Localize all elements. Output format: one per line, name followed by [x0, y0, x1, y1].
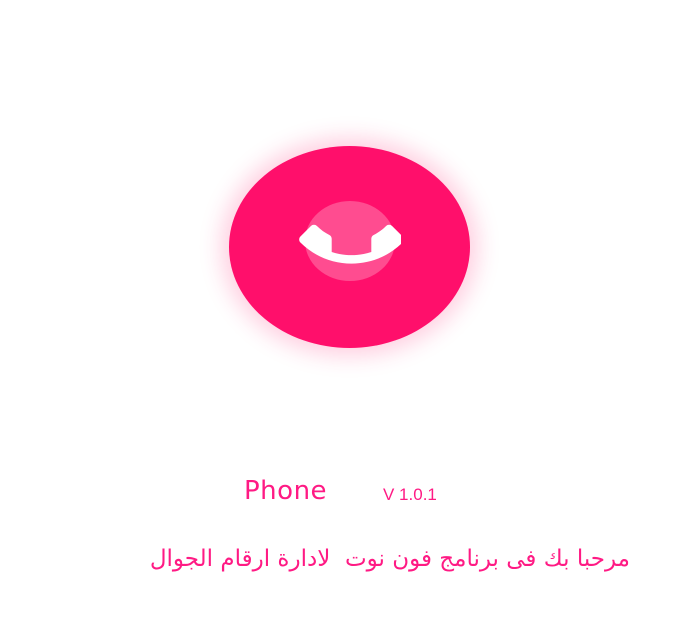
app-version: V 1.0.1: [383, 485, 437, 504]
phone-handset-icon: [299, 224, 401, 264]
welcome-message: مرحبا بك فى برنامج فون نوت لادارة ارقام …: [149, 546, 630, 572]
app-logo: [229, 146, 470, 348]
app-name: Phone: [244, 476, 328, 506]
splash-screen: Phone V 1.0.1 مرحبا بك فى برنامج فون نوت…: [0, 0, 695, 627]
title-row: Phone V 1.0.1: [0, 474, 695, 514]
